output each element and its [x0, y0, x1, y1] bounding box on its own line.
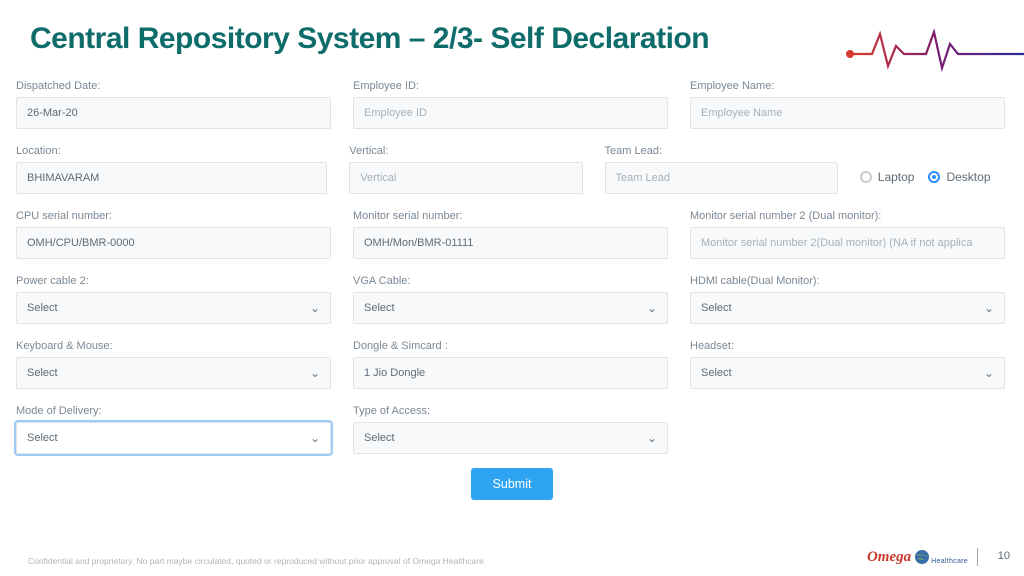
cpu-serial-label: CPU serial number: [16, 210, 331, 222]
mode-delivery-value: Select [27, 432, 58, 444]
vga-cable-value: Select [364, 302, 395, 314]
monitor-serial2-label: Monitor serial number 2 (Dual monitor): [690, 210, 1005, 222]
vertical-input[interactable]: Vertical [349, 162, 582, 194]
monitor-serial-label: Monitor serial number: [353, 210, 668, 222]
radio-icon [928, 171, 940, 183]
chevron-down-icon: ⌄ [310, 366, 320, 380]
device-type-desktop-radio[interactable]: Desktop [928, 170, 990, 184]
team-lead-input[interactable]: Team Lead [605, 162, 838, 194]
device-type-laptop-radio[interactable]: Laptop [860, 170, 915, 184]
page-number: 10 [998, 550, 1010, 562]
submit-button[interactable]: Submit [471, 468, 554, 500]
location-label: Location: [16, 145, 327, 157]
type-access-label: Type of Access: [353, 405, 668, 417]
vga-cable-label: VGA Cable: [353, 275, 668, 287]
mode-delivery-select[interactable]: Select ⌄ [16, 422, 331, 454]
dongle-sim-input[interactable]: 1 Jio Dongle [353, 357, 668, 389]
keyboard-mouse-value: Select [27, 367, 58, 379]
device-type-desktop-label: Desktop [946, 170, 990, 184]
chevron-down-icon: ⌄ [310, 301, 320, 315]
footer-disclaimer: Confidential and proprietary. No part ma… [28, 556, 486, 566]
chevron-down-icon: ⌄ [647, 431, 657, 445]
hdmi-cable-select[interactable]: Select ⌄ [690, 292, 1005, 324]
cpu-serial-input[interactable]: OMH/CPU/BMR-0000 [16, 227, 331, 259]
globe-icon [914, 549, 930, 565]
chevron-down-icon: ⌄ [647, 301, 657, 315]
vga-cable-select[interactable]: Select ⌄ [353, 292, 668, 324]
location-input[interactable]: BHIMAVARAM [16, 162, 327, 194]
chevron-down-icon: ⌄ [984, 301, 994, 315]
keyboard-mouse-label: Keyboard & Mouse: [16, 340, 331, 352]
device-type-radio-group: Laptop Desktop [860, 161, 1008, 193]
monitor-serial2-input[interactable]: Monitor serial number 2(Dual monitor) (N… [690, 227, 1005, 259]
brand-sub: Healthcare [931, 558, 968, 565]
brand-logo: Omega Healthcare [867, 548, 986, 566]
hdmi-cable-value: Select [701, 302, 732, 314]
vertical-label: Vertical: [349, 145, 582, 157]
type-access-value: Select [364, 432, 395, 444]
headset-label: Headset: [690, 340, 1005, 352]
chevron-down-icon: ⌄ [310, 431, 320, 445]
headset-value: Select [701, 367, 732, 379]
mode-delivery-label: Mode of Delivery: [16, 405, 331, 417]
power-cable2-label: Power cable 2: [16, 275, 331, 287]
type-access-select[interactable]: Select ⌄ [353, 422, 668, 454]
chevron-down-icon: ⌄ [984, 366, 994, 380]
dongle-sim-label: Dongle & Simcard : [353, 340, 668, 352]
power-cable2-value: Select [27, 302, 58, 314]
headset-select[interactable]: Select ⌄ [690, 357, 1005, 389]
device-type-laptop-label: Laptop [878, 170, 915, 184]
keyboard-mouse-select[interactable]: Select ⌄ [16, 357, 331, 389]
brand-name: Omega [867, 549, 911, 566]
monitor-serial-input[interactable]: OMH/Mon/BMR-01111 [353, 227, 668, 259]
self-declaration-form: Dispatched Date: 26-Mar-20 Employee ID: … [16, 70, 1008, 500]
radio-icon [860, 171, 872, 183]
employee-name-input[interactable]: Employee Name [690, 97, 1005, 129]
ecg-icon [844, 22, 1024, 72]
dispatched-date-label: Dispatched Date: [16, 80, 331, 92]
dispatched-date-input[interactable]: 26-Mar-20 [16, 97, 331, 129]
hdmi-cable-label: HDMl cable(Dual Monitor): [690, 275, 1005, 287]
employee-id-input[interactable]: Employee ID [353, 97, 668, 129]
team-lead-label: Team Lead: [605, 145, 838, 157]
employee-name-label: Employee Name: [690, 80, 1005, 92]
power-cable2-select[interactable]: Select ⌄ [16, 292, 331, 324]
employee-id-label: Employee ID: [353, 80, 668, 92]
separator-icon [977, 548, 978, 566]
